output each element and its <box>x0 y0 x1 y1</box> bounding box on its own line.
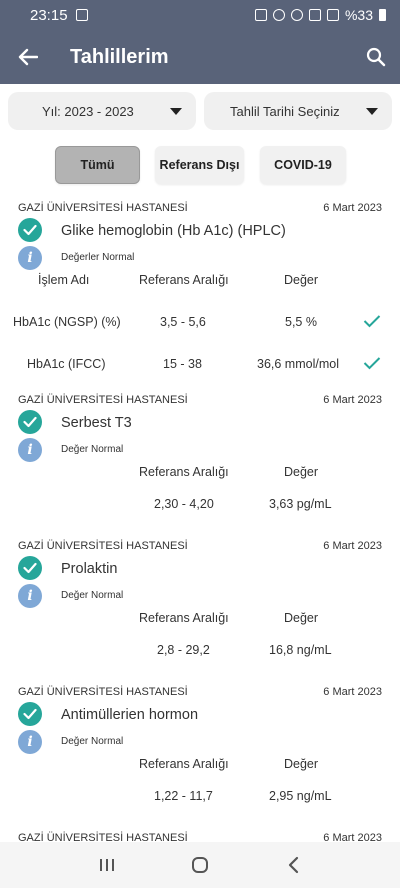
status-time: 23:15 <box>30 6 68 24</box>
column-header-range: Referans Aralığı <box>139 465 229 479</box>
test-name: Prolaktin <box>61 561 118 577</box>
column-header-value: Değer <box>284 273 319 287</box>
column-header-value: Değer <box>284 757 319 771</box>
tab-covid[interactable]: COVID-19 <box>260 146 346 184</box>
column-header-name: İşlem Adı <box>38 273 90 287</box>
system-nav-bar <box>0 842 400 888</box>
test-date: 6 Mart 2023 <box>323 540 382 552</box>
column-header-range: Referans Aralığı <box>139 757 229 771</box>
date-select[interactable]: Tahlil Tarihi Seçiniz <box>204 92 392 130</box>
year-select-value: Yıl: 2023 - 2023 <box>42 103 134 119</box>
home-button[interactable] <box>180 845 220 885</box>
filter-row: Yıl: 2023 - 2023 Tahlil Tarihi Seçiniz <box>8 92 392 130</box>
volte-icon <box>308 9 321 21</box>
tab-all[interactable]: Tümü <box>55 146 140 184</box>
check-circle-icon <box>18 702 42 726</box>
row-name: HbA1c (IFCC) <box>27 357 106 371</box>
caret-down-icon <box>366 107 378 115</box>
back-arrow-icon <box>18 48 38 66</box>
result-status: Değer Normal <box>61 444 124 455</box>
hospital-name: GAZİ ÜNİVERSİTESİ HASTANESİ <box>18 686 188 698</box>
check-circle-icon <box>18 218 42 242</box>
search-button[interactable] <box>352 30 400 84</box>
result-status: Değer Normal <box>61 736 124 747</box>
hospital-name: GAZİ ÜNİVERSİTESİ HASTANESİ <box>18 394 188 406</box>
column-header-value: Değer <box>284 465 319 479</box>
back-button[interactable] <box>0 30 56 84</box>
row-value: 3,63 pg/mL <box>269 497 332 511</box>
info-icon[interactable]: i <box>18 246 42 270</box>
row-range: 2,30 - 4,20 <box>154 497 214 511</box>
hospital-name: GAZİ ÜNİVERSİTESİ HASTANESİ <box>18 202 188 214</box>
wifi-icon <box>290 9 303 21</box>
page-title: Tahlillerim <box>70 45 169 68</box>
recents-button[interactable] <box>87 845 127 885</box>
caret-down-icon <box>170 107 182 115</box>
status-bar: 23:15 %33 <box>0 0 400 30</box>
row-range: 2,8 - 29,2 <box>157 643 210 657</box>
test-date: 6 Mart 2023 <box>323 686 382 698</box>
notification-icon <box>75 9 88 21</box>
test-name: Glike hemoglobin (Hb A1c) (HPLC) <box>61 223 286 239</box>
test-record[interactable]: GAZİ ÜNİVERSİTESİ HASTANESİ 6 Mart 2023 … <box>0 394 400 534</box>
tab-out-of-range[interactable]: Referans Dışı <box>155 146 244 184</box>
app-bar: Tahlillerim <box>0 30 400 84</box>
result-status: Değerler Normal <box>61 252 135 263</box>
row-range: 1,22 - 11,7 <box>154 789 213 803</box>
back-nav-icon <box>289 856 299 874</box>
signal-icon <box>326 9 339 21</box>
column-header-range: Referans Aralığı <box>139 611 229 625</box>
test-date: 6 Mart 2023 <box>323 394 382 406</box>
recents-icon <box>99 859 114 871</box>
test-record[interactable]: GAZİ ÜNİVERSİTESİ HASTANESİ 6 Mart 2023 … <box>0 686 400 826</box>
row-range: 15 - 38 <box>163 357 202 371</box>
test-name: Antimüllerien hormon <box>61 707 199 723</box>
checkmark-icon <box>363 357 381 370</box>
info-icon[interactable]: i <box>18 438 42 462</box>
alarm-icon <box>254 9 267 21</box>
test-record[interactable]: GAZİ ÜNİVERSİTESİ HASTANESİ 6 Mart 2023 … <box>0 540 400 680</box>
column-header-range: Referans Aralığı <box>139 273 229 287</box>
test-record[interactable]: GAZİ ÜNİVERSİTESİ HASTANESİ 6 Mart 2023 … <box>0 202 400 392</box>
row-value: 36,6 mmol/mol <box>257 357 339 371</box>
test-name: Serbest T3 <box>61 415 132 431</box>
checkmark-icon <box>363 315 381 328</box>
home-icon <box>191 857 208 873</box>
hospital-name: GAZİ ÜNİVERSİTESİ HASTANESİ <box>18 540 188 552</box>
check-circle-icon <box>18 410 42 434</box>
row-range: 3,5 - 5,6 <box>160 315 206 329</box>
battery-icon <box>379 9 386 21</box>
result-status: Değer Normal <box>61 590 124 601</box>
column-header-value: Değer <box>284 611 319 625</box>
test-date: 6 Mart 2023 <box>323 202 382 214</box>
year-select[interactable]: Yıl: 2023 - 2023 <box>8 92 196 130</box>
battery-percent: %33 <box>344 7 373 23</box>
check-circle-icon <box>18 556 42 580</box>
date-select-value: Tahlil Tarihi Seçiniz <box>230 103 340 119</box>
info-icon[interactable]: i <box>18 730 42 754</box>
info-icon[interactable]: i <box>18 584 42 608</box>
row-value: 2,95 ng/mL <box>269 789 332 803</box>
status-icons: %33 <box>254 7 386 23</box>
mute-icon <box>272 9 285 21</box>
row-name: HbA1c (NGSP) (%) <box>13 315 121 329</box>
filter-tabs: Tümü Referans Dışı COVID-19 <box>0 146 400 184</box>
row-value: 16,8 ng/mL <box>269 643 332 657</box>
system-back-button[interactable] <box>273 845 313 885</box>
row-value: 5,5 % <box>285 315 317 329</box>
search-icon <box>366 47 386 67</box>
